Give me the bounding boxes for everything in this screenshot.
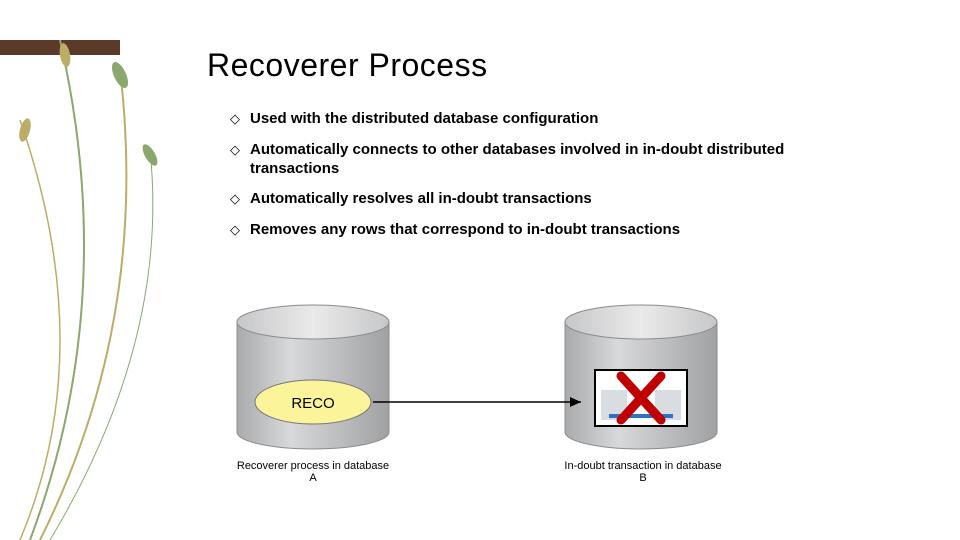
bullet-item: ◇ Removes any rows that correspond to in… <box>230 221 870 240</box>
database-b-cylinder <box>565 305 717 449</box>
bullet-text: Automatically resolves all in-doubt tran… <box>250 190 592 209</box>
slide: Recoverer Process ◇ Used with the distri… <box>0 0 960 540</box>
diagram: RECO Recoverer pro <box>225 300 865 520</box>
caption-right: In-doubt transaction in database B <box>563 460 723 484</box>
diamond-icon: ◇ <box>230 111 240 127</box>
diamond-icon: ◇ <box>230 142 240 158</box>
bullet-text: Automatically connects to other database… <box>250 141 870 179</box>
accent-bar <box>0 40 120 55</box>
reco-label: RECO <box>291 395 334 412</box>
caption-left: Recoverer process in database A <box>233 460 393 484</box>
bullet-text: Used with the distributed database confi… <box>250 110 598 129</box>
database-a-cylinder: RECO <box>237 305 389 449</box>
diamond-icon: ◇ <box>230 191 240 207</box>
arrow-icon <box>373 397 581 407</box>
bullet-text: Removes any rows that correspond to in-d… <box>250 221 680 240</box>
diagram-svg: RECO <box>225 300 865 520</box>
bullet-list: ◇ Used with the distributed database con… <box>230 110 870 252</box>
bullet-item: ◇ Automatically connects to other databa… <box>230 141 870 179</box>
page-title: Recoverer Process <box>207 47 488 84</box>
diamond-icon: ◇ <box>230 222 240 238</box>
bullet-item: ◇ Used with the distributed database con… <box>230 110 870 129</box>
bullet-item: ◇ Automatically resolves all in-doubt tr… <box>230 190 870 209</box>
decorative-plant <box>0 0 200 540</box>
